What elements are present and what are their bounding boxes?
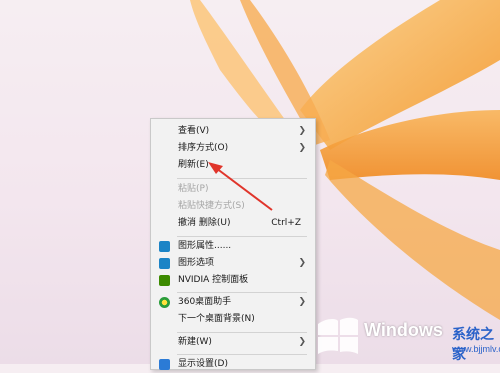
menu-separator xyxy=(177,236,307,237)
intel-graphics-icon xyxy=(159,258,170,269)
menu-item-label: 粘贴(P) xyxy=(178,184,209,194)
360-assistant-icon xyxy=(159,297,170,308)
menu-item-nvidia-control-panel[interactable]: NVIDIA 控制面板 xyxy=(151,272,315,289)
chevron-right-icon: ❯ xyxy=(298,126,306,136)
menu-item-label: 粘贴快捷方式(S) xyxy=(178,201,245,211)
menu-item-label: 图形属性...... xyxy=(178,241,232,251)
menu-item-undo-delete[interactable]: 撤消 删除(U) Ctrl+Z xyxy=(151,215,315,232)
windows-logo-icon xyxy=(318,317,358,354)
watermark-url: www.bjjmlv.com xyxy=(452,344,500,354)
menu-item-label: 刷新(E) xyxy=(178,160,209,170)
menu-item-sort-by[interactable]: 排序方式(O) ❯ xyxy=(151,140,315,157)
menu-item-paste: 粘贴(P) xyxy=(151,181,315,198)
menu-item-label: 新建(W) xyxy=(178,337,212,347)
chevron-right-icon: ❯ xyxy=(298,258,306,268)
menu-item-display-settings[interactable]: 显示设置(D) xyxy=(151,356,315,373)
intel-graphics-icon xyxy=(159,241,170,252)
menu-separator xyxy=(177,332,307,333)
menu-item-refresh[interactable]: 刷新(E) xyxy=(151,157,315,174)
menu-item-label: 图形选项 xyxy=(178,258,215,268)
menu-item-label: 查看(V) xyxy=(178,126,210,136)
chevron-right-icon: ❯ xyxy=(298,143,306,153)
watermark-brand: Windows xyxy=(364,320,443,340)
menu-item-label: 显示设置(D) xyxy=(178,359,228,369)
menu-item-shortcut: Ctrl+Z xyxy=(271,218,301,228)
menu-item-next-background[interactable]: 下一个桌面背景(N) xyxy=(151,311,315,328)
menu-item-label: 撤消 删除(U) xyxy=(178,218,231,228)
menu-item-360-desktop-assistant[interactable]: 360桌面助手 ❯ xyxy=(151,294,315,311)
site-watermark: Windows 系统之家 www.bjjmlv.com xyxy=(302,306,500,364)
menu-item-graphics-options[interactable]: 图形选项 ❯ xyxy=(151,255,315,272)
menu-item-label: 360桌面助手 xyxy=(178,297,232,307)
menu-item-label: 下一个桌面背景(N) xyxy=(178,314,255,324)
menu-separator xyxy=(177,354,307,355)
menu-item-new[interactable]: 新建(W) ❯ xyxy=(151,334,315,351)
desktop-context-menu: 查看(V) ❯ 排序方式(O) ❯ 刷新(E) 粘贴(P) 粘贴快捷方式(S) … xyxy=(150,118,316,370)
menu-item-paste-shortcut: 粘贴快捷方式(S) xyxy=(151,198,315,215)
menu-item-label: NVIDIA 控制面板 xyxy=(178,275,249,285)
menu-item-graphics-properties[interactable]: 图形属性...... xyxy=(151,238,315,255)
menu-item-view[interactable]: 查看(V) ❯ xyxy=(151,123,315,140)
nvidia-icon xyxy=(159,275,170,286)
menu-separator xyxy=(177,178,307,179)
display-icon xyxy=(159,359,170,370)
menu-separator xyxy=(177,292,307,293)
menu-item-label: 排序方式(O) xyxy=(178,143,229,153)
